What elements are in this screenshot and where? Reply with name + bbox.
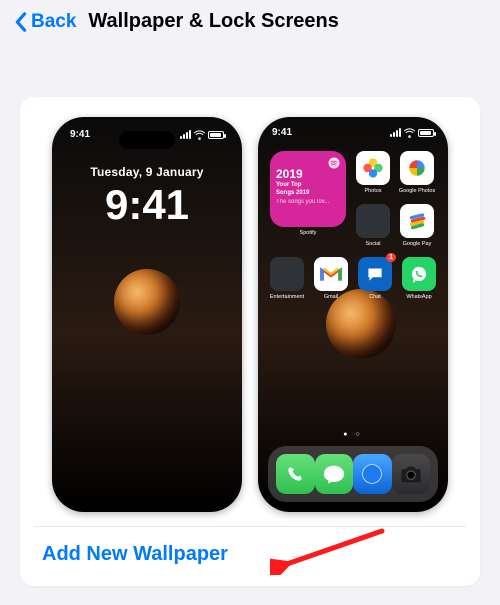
safari-icon [359,461,385,487]
dock [268,446,438,502]
battery-icon [208,131,224,139]
home-app-grid: 2019 Your Top Songs 2019 The songs you l… [258,151,448,300]
status-icons [390,127,434,138]
wallpaper-card: 9:41 Tuesday, 9 January 9:41 9:41 [20,97,480,586]
spotify-widget: 2019 Your Top Songs 2019 The songs you l… [270,151,346,227]
chat-icon [364,263,386,285]
gmail-icon [319,265,343,283]
google-photos-icon [406,157,428,179]
widget-line2: Songs 2019 [276,190,340,198]
google-pay-icon [406,210,428,232]
wifi-icon [194,129,205,140]
lock-time: 9:41 [52,181,242,229]
wallpaper-moon [114,269,180,335]
messages-icon [322,463,346,485]
annotation-arrow-icon [270,525,390,575]
lock-date: Tuesday, 9 January [52,165,242,179]
status-time: 9:41 [272,127,292,138]
widget-label: Spotify [300,230,317,236]
signal-icon [390,128,401,137]
lock-screen-preview[interactable]: 9:41 Tuesday, 9 January 9:41 [52,117,242,512]
chevron-left-icon [14,12,27,32]
widget-line3: The songs you lov... [276,199,340,207]
settings-header: Back Wallpaper & Lock Screens [0,0,500,37]
app-photos: Photos [356,151,390,194]
status-icons [180,129,224,140]
app-folder-social: Social [356,204,390,247]
home-screen-preview[interactable]: 9:41 2019 Your Top [258,117,448,512]
app-chat: 1 Chat [358,257,392,300]
camera-icon [399,464,423,484]
widget-line1: Your Top [276,182,340,190]
dock-app-phone [276,454,315,494]
photos-icon [361,156,385,180]
app-google-photos: Google Photos [400,151,434,194]
widget-year: 2019 [276,167,340,182]
app-google-pay: Google Pay [400,204,434,247]
dock-app-camera [392,454,431,494]
status-time: 9:41 [70,129,90,140]
app-gmail: Gmail [314,257,348,300]
wallpaper-previews: 9:41 Tuesday, 9 January 9:41 9:41 [30,117,470,512]
back-label: Back [31,11,76,33]
page-indicator: ● ○ [258,431,448,438]
dock-app-messages [315,454,354,494]
whatsapp-icon [408,263,430,285]
app-whatsapp: WhatsApp [402,257,436,300]
spotify-icon [328,157,340,169]
add-new-wallpaper-button[interactable]: Add New Wallpaper [30,527,470,570]
app-folder-entertainment: Entertainment [270,257,304,300]
battery-icon [418,129,434,137]
home-status-bar: 9:41 [258,127,448,138]
signal-icon [180,130,191,139]
dock-app-safari [353,454,392,494]
page-title: Wallpaper & Lock Screens [88,10,338,33]
wifi-icon [404,127,415,138]
dynamic-island [119,131,175,149]
back-button[interactable]: Back [14,11,76,33]
phone-icon [284,463,306,485]
